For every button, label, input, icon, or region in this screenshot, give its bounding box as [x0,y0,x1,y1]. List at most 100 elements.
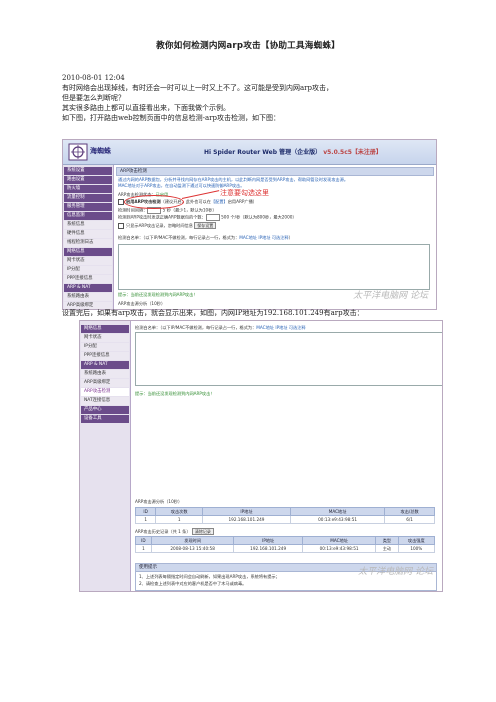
sidebar-item[interactable]: ARP攻击检测 [81,388,129,396]
paragraph: 设置完后，如果有arp攻击，就会显示出来，如图，内网IP地址为192.168.1… [62,309,364,317]
sidebar-item[interactable]: 系统路由表 [81,370,129,378]
whitelist-textarea[interactable] [135,332,442,386]
paragraph: 如下图，打开路由web控制页面中的信息检测-arp攻击检测，如下图： [62,114,280,122]
help-line: 1、上述列表每隔指定时间会自动刷新，如果出现ARP攻击，系统将有提示； [139,574,280,579]
config-link[interactable]: 【配置】 [211,199,228,204]
threshold-value: 500 [221,214,230,220]
sidebar-item[interactable]: 网卡状态 [81,334,129,342]
sidebar-item[interactable]: ARP & NAT [81,361,129,369]
panel-title: ARP攻击检测 [116,167,434,176]
annotation-text: 注意要勾选这里 [220,189,269,197]
sidebar-item[interactable]: 网卡状态 [64,257,112,265]
threshold-unit: 个/秒（默认为800秒，最大2000） [230,214,297,220]
whitelist-fmt: IP地址 [275,325,288,330]
table-cell: 2008-08-13 15:40:58 [150,544,235,553]
enable-tail2: 启用ARP广播） [227,199,257,204]
paragraph: 但是要怎么判断呢？ [62,94,125,102]
router-sidebar: 系统设置 路由设置 防火墙 流量控制 服务管理 信息监测 系统信息 硬件信息 线程检测日志 网络信… [63,165,114,309]
table-cell: 1 [155,515,204,524]
threshold-label: 检测到ARP攻击时发送正确ARP数据包的个数： [118,214,206,220]
table-header: 攻击次数 [155,507,204,516]
router-main: ARP攻击检测 通过内网的ARP数据包，分析并寻找内网存在ARP攻击的主机，以此… [116,167,434,307]
sidebar-item[interactable]: 信息监测 [64,212,112,220]
table-cell: 100% [397,544,436,553]
only-label: 只显示ARP攻击记录，忽略时间信息 [126,223,193,228]
table-row: 1 2008-08-13 15:40:58 192.168.101.249 00:13… [135,544,436,553]
sidebar-item[interactable]: IP分配 [81,343,129,351]
only-checkbox[interactable] [118,223,124,229]
whitelist-fmt: IP地址 [258,235,271,240]
table-header: 攻击/总数 [384,507,435,516]
sidebar-item[interactable]: 网络信息 [64,248,112,256]
router-header: 海蜘蛛 Hi Spider Router Web 管理（企业版） v5.0.5c… [63,140,436,165]
sidebar-item[interactable]: 网络信息 [81,325,129,333]
sidebar-item[interactable]: 产品中心 [81,406,129,414]
attack-source-table: ID 攻击次数 IP地址 MAC地址 攻击/总数 1 1 192.168.101.249 00… [134,507,435,524]
date-line: 2010-08-01 12:04 [62,74,125,82]
router-brand: 海蜘蛛 [90,147,111,155]
sidebar-item[interactable]: 路由设置 [64,176,112,184]
attack-history-table: ID 发现时间 IP地址 MAC地址 类型 攻击强度 1 2008-08-13 15:40:… [135,536,436,553]
annotation-arrow [181,190,220,200]
sidebar-item[interactable]: 系统信息 [64,221,112,229]
paragraph: 其实很多路由上都可以直接看出来，下面我做个示例。 [62,104,230,112]
sidebar-item[interactable]: 硬件信息 [64,230,112,238]
table-cell: 00:13:e9:43:98:51 [301,544,377,553]
table-header: MAC地址 [289,507,386,516]
whitelist-fmt: 可选注释 [271,235,289,240]
router-app-title: Hi Spider Router Web 管理（企业版） v5.0.5c5【未注… [204,147,382,156]
sidebar-item[interactable]: 设备工具 [81,415,129,423]
table-header: 类型 [375,536,399,545]
router-sidebar: 网络信息 网卡状态 IP分配 PPP连接信息 ARP & NAT 系统路由表 ARP高级绑定… [80,321,131,591]
threshold-row: 检测到ARP攻击时发送正确ARP数据包的个数： 500 个/秒（默认为800秒，… [118,214,297,221]
whitelist-fmt: 可选注释 [288,325,306,330]
tip-text: 提示：当前还没发现检测到内网ARP攻击！ [118,292,198,297]
table-cell: 6/1 [384,515,435,524]
whitelist-row: 检测白名单：（以下IP/MAC不做检测，每行记录占一行，格式为：MAC地址 IP… [135,325,306,331]
version-text: v5.0.5c5【未注册】 [323,149,382,156]
sidebar-item[interactable]: NAT连接信息 [81,397,129,405]
sidebar-item[interactable]: 服务管理 [64,203,112,211]
bottom-label: ARP攻击源分析（10秒） [118,301,166,306]
sidebar-item[interactable]: 系统路由表 [64,293,112,301]
table-header: ID [135,536,152,545]
table-row: 1 1 192.168.101.249 00:13:e9:43:98:51 6/1 [134,515,435,524]
paragraph: 有时网络会出现掉线，有时还会一时可以上一时又上不了。这可能是受到内网arp攻击， [62,84,333,92]
sidebar-item[interactable]: 流量控制 [64,194,112,202]
whitelist-textarea[interactable] [118,244,430,290]
table-cell: 1 [135,544,152,553]
sidebar-item[interactable]: 防火墙 [64,185,112,193]
clear-records-button[interactable]: 清除记录 [191,528,214,535]
whitelist-fmt: MAC地址 [239,235,257,240]
sidebar-item[interactable]: ARP & NAT [64,284,112,292]
table2-title: ARP攻击历史记录（共 1 条） [135,529,191,534]
watermark: 太平洋电脑网 论坛 [358,567,433,577]
whitelist-label: 检测白名单：（以下IP/MAC不做检测，每行记录占一行，格式为： [118,235,240,240]
sidebar-item[interactable]: IP分配 [64,266,112,274]
sidebar-item[interactable]: 线程检测日志 [64,239,112,247]
sidebar-item[interactable]: 系统设置 [64,167,112,175]
sidebar-item[interactable]: ARP高级绑定 [81,379,129,387]
tip-text: 提示：当前还没发现检测到内网ARP攻击！ [135,391,215,396]
whitelist-end: ） [288,235,293,240]
sidebar-item[interactable]: PPP连接信息 [64,275,112,283]
table-header: ID [134,507,157,516]
table-header: 攻击强度 [397,536,436,545]
table-cell: 192.168.101.249 [233,544,303,553]
save-button[interactable]: 保存设置 [194,222,217,229]
table2-title-row: ARP攻击历史记录（共 1 条） 清除记录 [135,528,214,535]
whitelist-row: 检测白名单：（以下IP/MAC不做检测，每行记录占一行，格式为：MAC地址 IP… [118,235,293,241]
router-logo-icon [68,143,88,161]
threshold-input[interactable] [205,214,220,221]
table-header: MAC地址 [301,536,377,545]
app-title-text: Hi Spider Router Web 管理（企业版） [204,149,322,156]
router-screenshot-results: 网络信息 网卡状态 IP分配 PPP连接信息 ARP & NAT 系统路由表 ARP高级绑定… [79,320,443,592]
sidebar-item[interactable]: PPP连接信息 [81,352,129,360]
table-cell: 主动 [375,544,399,553]
interval-unit: 秒（最少1，默认为10秒） [166,207,217,213]
table-header: IP地址 [202,507,291,516]
whitelist-fmt: MAC地址 [256,325,274,330]
table-header: IP地址 [233,536,303,545]
only-row: 只显示ARP攻击记录，忽略时间信息 保存设置 [118,222,217,229]
router-main: 检测白名单：（以下IP/MAC不做检测，每行记录占一行，格式为：MAC地址 IP… [133,321,442,591]
